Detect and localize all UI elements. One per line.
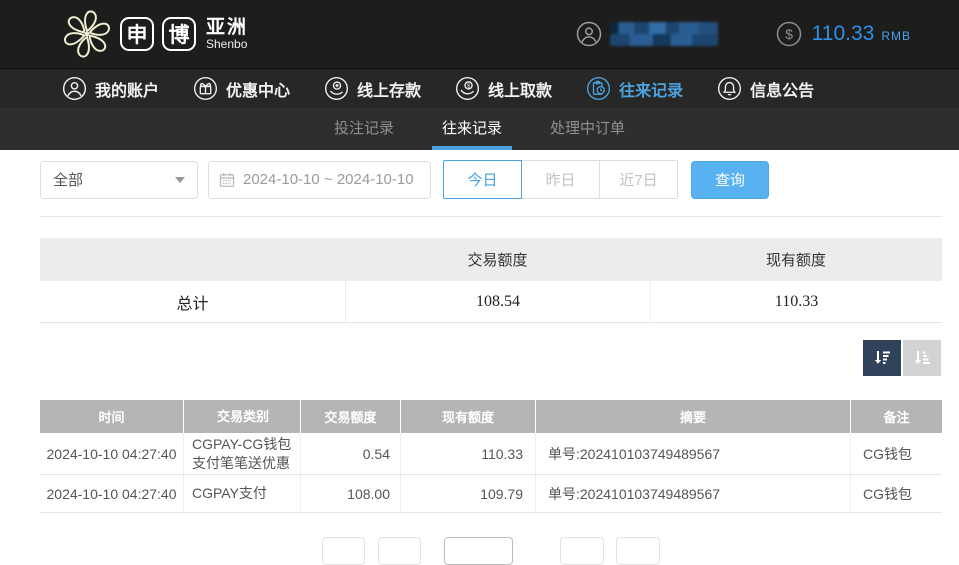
tab-pending-orders[interactable]: 处理中订单 — [540, 108, 635, 150]
search-button[interactable]: 查询 — [691, 161, 769, 199]
type-dropdown[interactable]: 全部 — [40, 161, 198, 199]
bell-icon — [717, 76, 742, 101]
pagination-button[interactable] — [616, 537, 660, 565]
pagination-button[interactable] — [322, 537, 365, 565]
summary-header-balance: 现有额度 — [650, 249, 942, 270]
quick-date-group: 今日 昨日 近7日 — [443, 160, 678, 199]
main-navigation: 我的账户 优惠中心 线上存款 $ 线上取款 — [0, 68, 959, 108]
calendar-icon — [219, 172, 235, 188]
summary-total-label: 总计 — [40, 281, 345, 322]
tab-bet-records[interactable]: 投注记录 — [324, 108, 404, 150]
logo-char-bo: 博 — [162, 17, 196, 51]
logo-region-label: 亚洲 — [206, 18, 248, 38]
summary-header-transaction: 交易额度 — [345, 249, 650, 270]
table-row: 2024-10-10 04:27:40 CGPAY-CG钱包支付笔笔送优惠 0.… — [40, 433, 942, 475]
sort-descending-icon — [871, 347, 893, 369]
record-tabs: 投注记录 往来记录 处理中订单 — [0, 108, 959, 150]
logo-char-shen: 申 — [120, 17, 154, 51]
sort-descending-button[interactable] — [863, 340, 901, 376]
nav-item-withdraw[interactable]: $ 线上取款 — [455, 76, 552, 101]
nav-label: 线上存款 — [357, 77, 421, 101]
blurred-username — [610, 22, 718, 46]
nav-label: 优惠中心 — [226, 77, 290, 101]
user-avatar-icon[interactable] — [576, 21, 602, 47]
sort-controls — [0, 340, 941, 376]
top-header-bar: 申 博 亚洲 Shenbo $ 110.33 RMB — [0, 0, 959, 68]
pagination-button[interactable] — [378, 537, 421, 565]
summary-transaction-total: 108.54 — [345, 281, 650, 322]
cell-type: CGPAY-CG钱包支付笔笔送优惠 — [183, 433, 300, 474]
summary-header-row: 交易额度 现有额度 — [40, 238, 942, 281]
col-header-time: 时间 — [40, 400, 183, 433]
flower-logo-icon — [62, 6, 112, 62]
cell-note: CG钱包 — [850, 475, 942, 512]
yesterday-button[interactable]: 昨日 — [521, 160, 600, 199]
nav-item-promotions[interactable]: 优惠中心 — [193, 76, 290, 101]
last-7-days-button[interactable]: 近7日 — [599, 160, 678, 199]
account-balance: 110.33 RMB — [812, 22, 911, 46]
chevron-down-icon — [175, 177, 185, 183]
col-header-note: 备注 — [850, 400, 942, 433]
cell-time: 2024-10-10 04:27:40 — [40, 433, 183, 474]
cell-summary: 单号:202410103749489567 — [535, 433, 850, 474]
pagination-current-button[interactable] — [444, 537, 513, 565]
type-dropdown-value: 全部 — [53, 169, 83, 190]
filter-toolbar: 全部 2024-10-10 ~ 2024-10-10 今日 昨日 近7日 查询 — [40, 160, 959, 199]
site-logo[interactable]: 申 博 亚洲 Shenbo — [62, 6, 248, 62]
sort-ascending-button[interactable] — [903, 340, 941, 376]
cell-note: CG钱包 — [850, 433, 942, 474]
today-button[interactable]: 今日 — [443, 160, 522, 199]
nav-label: 线上取款 — [488, 77, 552, 101]
cell-amount: 108.00 — [300, 475, 400, 512]
nav-item-announcements[interactable]: 信息公告 — [717, 76, 814, 101]
nav-item-deposit[interactable]: 线上存款 — [324, 76, 421, 101]
tab-transaction-records[interactable]: 往来记录 — [432, 108, 512, 150]
cell-summary: 单号:202410103749489567 — [535, 475, 850, 512]
summary-balance-total: 110.33 — [650, 281, 942, 322]
col-header-balance: 现有额度 — [400, 400, 535, 433]
summary-table: 交易额度 现有额度 总计 108.54 110.33 — [40, 238, 942, 323]
user-circle-icon — [62, 76, 87, 101]
dollar-coin-icon: $ — [776, 21, 802, 47]
balance-amount: 110.33 — [812, 22, 875, 46]
gift-icon — [193, 76, 218, 101]
cell-balance: 110.33 — [400, 433, 535, 474]
col-header-summary: 摘要 — [535, 400, 850, 433]
cell-type: CGPAY支付 — [183, 475, 300, 512]
nav-label: 往来记录 — [619, 77, 683, 101]
nav-item-transaction-records[interactable]: 往来记录 — [586, 76, 683, 101]
nav-item-my-account[interactable]: 我的账户 — [62, 76, 159, 101]
col-header-type: 交易类别 — [183, 400, 300, 433]
logo-subtitle: Shenbo — [206, 38, 248, 51]
nav-label: 我的账户 — [95, 77, 159, 101]
clipboard-clock-icon — [586, 76, 611, 101]
date-range-value: 2024-10-10 ~ 2024-10-10 — [243, 171, 414, 188]
balance-currency: RMB — [881, 29, 911, 43]
logo-text: 亚洲 Shenbo — [206, 18, 248, 51]
date-range-input[interactable]: 2024-10-10 ~ 2024-10-10 — [208, 161, 431, 199]
records-table: 时间 交易类别 交易额度 现有额度 摘要 备注 2024-10-10 04:27… — [40, 400, 942, 513]
withdraw-hand-coin-icon: $ — [455, 76, 480, 101]
sort-ascending-icon — [911, 347, 933, 369]
section-divider — [40, 216, 942, 217]
pagination-button[interactable] — [560, 537, 604, 565]
records-header-row: 时间 交易类别 交易额度 现有额度 摘要 备注 — [40, 400, 942, 433]
table-row: 2024-10-10 04:27:40 CGPAY支付 108.00 109.7… — [40, 475, 942, 513]
svg-text:$: $ — [785, 26, 793, 42]
summary-total-row: 总计 108.54 110.33 — [40, 281, 942, 323]
cell-balance: 109.79 — [400, 475, 535, 512]
cell-time: 2024-10-10 04:27:40 — [40, 475, 183, 512]
deposit-hand-coin-icon — [324, 76, 349, 101]
nav-label: 信息公告 — [750, 77, 814, 101]
cell-amount: 0.54 — [300, 433, 400, 474]
col-header-amount: 交易额度 — [300, 400, 400, 433]
